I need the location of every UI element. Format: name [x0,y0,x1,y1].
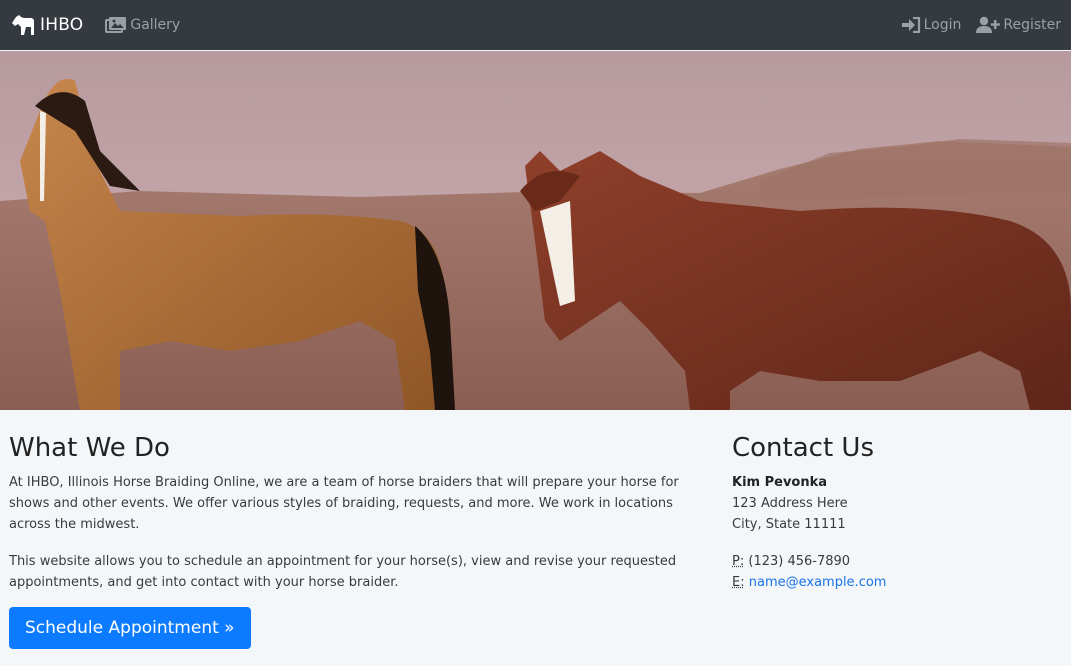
contact-title: Contact Us [732,433,874,463]
email-label: E: [732,575,745,590]
intro-paragraph: At IHBO, Illinois Horse Braiding Online,… [9,475,679,532]
contact-phone: (123) 456-7890 [748,554,851,569]
contact-address-line2: City, State 11111 [732,517,846,532]
sign-in-icon [901,17,921,33]
brand-name: IHBO [40,15,84,35]
contact-section: Contact Us Kim Pevonka 123 Address Here … [732,430,1062,593]
brand-link[interactable]: IHBO [10,14,83,36]
nav-left: IHBO Gallery [10,0,180,50]
nav-right: Login Register [886,0,1061,50]
images-icon [105,16,127,34]
nav-login-label: Login [923,17,962,33]
schedule-appointment-button[interactable]: Schedule Appointment » [9,607,251,649]
horse-icon [10,14,36,36]
nav-register-link[interactable]: Register [976,16,1061,34]
contact-address-line1: 123 Address Here [732,496,848,511]
nav-login-link[interactable]: Login [901,17,962,33]
phone-label: P: [732,554,745,569]
contact-name: Kim Pevonka [732,475,828,490]
hero-image [0,51,1071,410]
contact-phone-row: P: (123) 456-7890 [732,551,1062,572]
features-paragraph: This website allows you to schedule an a… [9,554,677,590]
navbar: IHBO Gallery Login Register [0,0,1071,50]
contact-email-link[interactable]: name@example.com [749,575,887,590]
nav-register-label: Register [1003,17,1061,33]
contact-email-row: E: name@example.com [732,572,1062,593]
nav-gallery-link[interactable]: Gallery [105,16,180,34]
what-we-do-section: What We Do At IHBO, Illinois Horse Braid… [9,430,709,649]
user-plus-icon [976,16,1001,34]
what-we-do-title: What We Do [9,433,170,463]
nav-gallery-label: Gallery [130,17,181,33]
